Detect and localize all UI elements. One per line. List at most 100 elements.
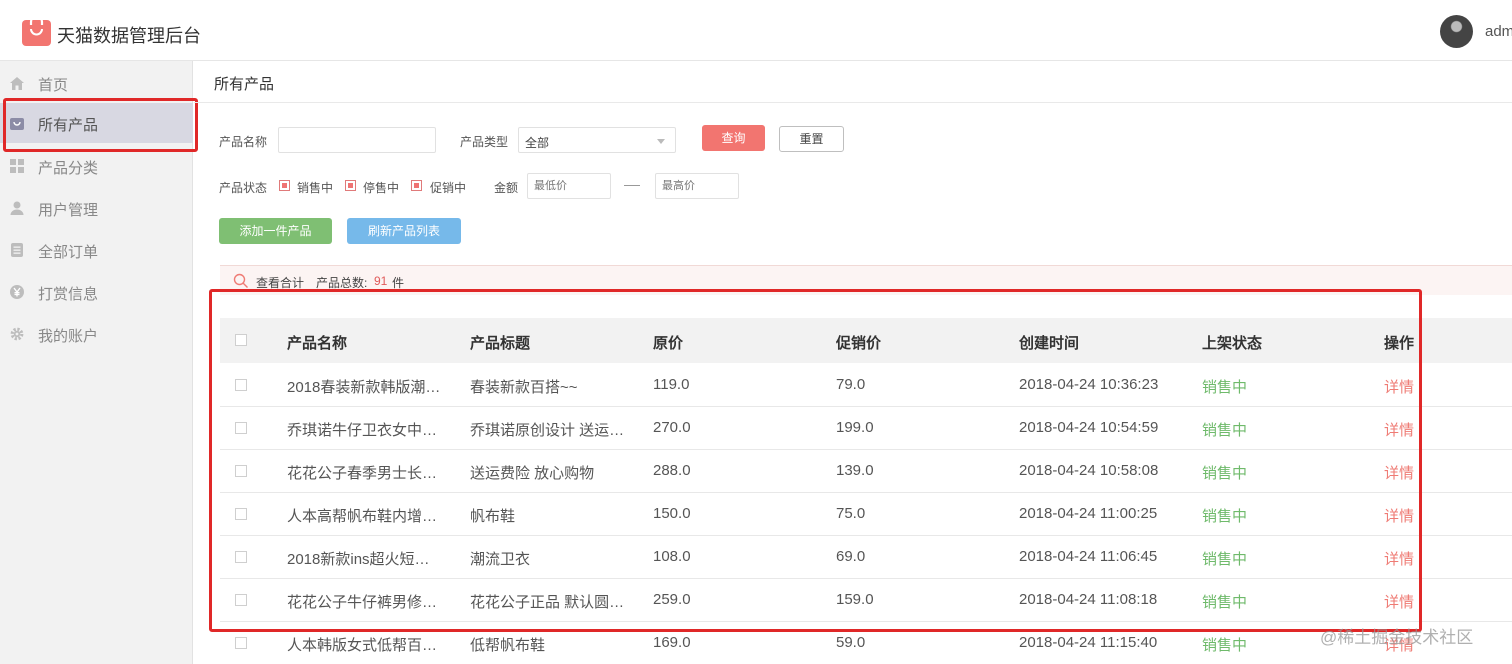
cell-name: 乔琪诺牛仔卫衣女中…: [287, 422, 438, 439]
cell-promo-price: 79.0: [836, 376, 866, 393]
column-header-promo-price[interactable]: 促销价: [836, 332, 881, 353]
product-count-label: 产品总数:: [316, 276, 368, 290]
product-count: 91: [374, 274, 388, 288]
row-checkbox[interactable]: [235, 422, 247, 434]
cell-status: 销售中: [1202, 465, 1248, 482]
refresh-list-button[interactable]: 刷新产品列表: [347, 218, 461, 244]
cell-name: 人本高帮帆布鞋内增…: [287, 508, 438, 525]
search-icon[interactable]: [233, 273, 249, 289]
cell-price: 108.0: [653, 548, 691, 565]
sidebar-item-label: 全部订单: [38, 244, 99, 261]
sidebar-item-categories[interactable]: 产品分类: [0, 146, 193, 186]
cell-title: 低帮帆布鞋: [470, 637, 546, 654]
sidebar-item-home[interactable]: 首页: [0, 63, 193, 103]
sidebar-item-orders[interactable]: 全部订单: [0, 230, 193, 270]
detail-link[interactable]: 详情: [1384, 376, 1414, 397]
column-header-status[interactable]: 上架状态: [1202, 332, 1262, 353]
avatar[interactable]: [1440, 15, 1473, 48]
sidebar-item-label: 我的账户: [38, 328, 99, 345]
table-row: 花花公子牛仔裤男修… 花花公子正品 默认圆… 259.0 159.0 2018-…: [220, 579, 1512, 622]
user-icon: [10, 201, 24, 215]
product-type-value: 全部: [525, 136, 550, 150]
row-checkbox[interactable]: [235, 508, 247, 520]
cell-status: 销售中: [1202, 637, 1248, 654]
sidebar-item-label: 所有产品: [38, 117, 99, 134]
status-option-label: 停售中: [363, 181, 400, 195]
username[interactable]: adm: [1485, 23, 1512, 40]
sidebar-item-account[interactable]: 我的账户: [0, 314, 193, 354]
detail-link[interactable]: 详情: [1384, 462, 1414, 483]
detail-link[interactable]: 详情: [1384, 548, 1414, 569]
cell-price: 119.0: [653, 376, 690, 393]
cell-price: 169.0: [653, 634, 691, 651]
reset-button[interactable]: 重置: [779, 126, 844, 152]
row-checkbox[interactable]: [235, 551, 247, 563]
cell-promo-price: 159.0: [836, 591, 874, 608]
column-header-name[interactable]: 产品名称: [287, 332, 347, 353]
table-row: 人本高帮帆布鞋内增… 帆布鞋 150.0 75.0 2018-04-24 11:…: [220, 493, 1512, 536]
product-name-input[interactable]: [278, 127, 436, 153]
detail-link[interactable]: 详情: [1384, 505, 1414, 526]
table-row: 花花公子春季男士长… 送运费险 放心购物 288.0 139.0 2018-04…: [220, 450, 1512, 493]
amount-label: 金额: [494, 181, 519, 195]
cell-created: 2018-04-24 11:08:18: [1019, 591, 1158, 608]
cell-name: 人本韩版女式低帮百…: [287, 637, 438, 654]
table-header: 产品名称 产品标题 原价 促销价 创建时间 上架状态 操作: [220, 318, 1512, 363]
cell-name: 2018春装新款韩版潮…: [287, 379, 441, 396]
cell-title: 潮流卫衣: [470, 551, 531, 568]
grid-icon: [10, 159, 24, 173]
detail-link[interactable]: 详情: [1384, 419, 1414, 440]
sidebar-item-all-products[interactable]: 所有产品: [0, 103, 193, 143]
list-icon: [11, 243, 23, 257]
table-row: 2018春装新款韩版潮… 春装新款百搭~~ 119.0 79.0 2018-04…: [220, 364, 1512, 407]
min-price-input[interactable]: [527, 173, 611, 199]
bag-icon: [10, 118, 24, 130]
status-option-label: 促销中: [430, 181, 467, 195]
summary-label[interactable]: 查看合计: [256, 274, 304, 291]
cell-promo-price: 139.0: [836, 462, 874, 479]
top-header: 天猫数据管理后台 adm: [0, 0, 1512, 61]
table-row: 乔琪诺牛仔卫衣女中… 乔琪诺原创设计 送运… 270.0 199.0 2018-…: [220, 407, 1512, 450]
cell-promo-price: 199.0: [836, 419, 874, 436]
product-type-label: 产品类型: [460, 135, 509, 149]
page-title: 所有产品: [214, 76, 275, 93]
row-checkbox[interactable]: [235, 465, 247, 477]
add-product-button[interactable]: 添加一件产品: [219, 218, 332, 244]
select-all-checkbox[interactable]: [235, 334, 247, 346]
product-count-unit: 件: [392, 276, 405, 290]
cell-price: 288.0: [653, 462, 691, 479]
cell-promo-price: 75.0: [836, 505, 866, 522]
sidebar-item-users[interactable]: 用户管理: [0, 188, 193, 228]
product-name-label: 产品名称: [219, 135, 268, 149]
column-header-price[interactable]: 原价: [653, 332, 683, 353]
cell-price: 150.0: [653, 505, 691, 522]
cell-status: 销售中: [1202, 594, 1248, 611]
row-checkbox[interactable]: [235, 379, 247, 391]
cell-created: 2018-04-24 11:00:25: [1019, 505, 1158, 522]
sidebar-item-rewards[interactable]: 打赏信息: [0, 272, 193, 312]
status-option-label: 销售中: [297, 181, 334, 195]
cell-title: 帆布鞋: [470, 508, 516, 525]
status-promo-checkbox[interactable]: [411, 180, 422, 191]
watermark: @稀土掘金技术社区: [1320, 628, 1474, 647]
column-header-title[interactable]: 产品标题: [470, 332, 530, 353]
product-type-select[interactable]: 全部: [518, 127, 676, 153]
detail-link[interactable]: 详情: [1384, 591, 1414, 612]
shopping-bag-logo-icon: [22, 15, 51, 46]
yen-icon: [10, 285, 24, 299]
row-checkbox[interactable]: [235, 594, 247, 606]
cell-status: 销售中: [1202, 422, 1248, 439]
cell-created: 2018-04-24 10:36:23: [1019, 376, 1159, 393]
cell-title: 送运费险 放心购物: [470, 465, 595, 482]
row-checkbox[interactable]: [235, 637, 247, 649]
status-stopped-checkbox[interactable]: [345, 180, 356, 191]
cell-status: 销售中: [1202, 551, 1248, 568]
summary-bar: 查看合计 产品总数: 91 件: [220, 265, 1512, 295]
sidebar-item-label: 首页: [38, 77, 69, 94]
status-on-sale-checkbox[interactable]: [279, 180, 290, 191]
cell-created: 2018-04-24 11:15:40: [1019, 634, 1158, 651]
max-price-input[interactable]: [655, 173, 739, 199]
query-button[interactable]: 查询: [702, 125, 765, 151]
sidebar-item-label: 用户管理: [38, 202, 99, 219]
column-header-created[interactable]: 创建时间: [1019, 332, 1079, 353]
